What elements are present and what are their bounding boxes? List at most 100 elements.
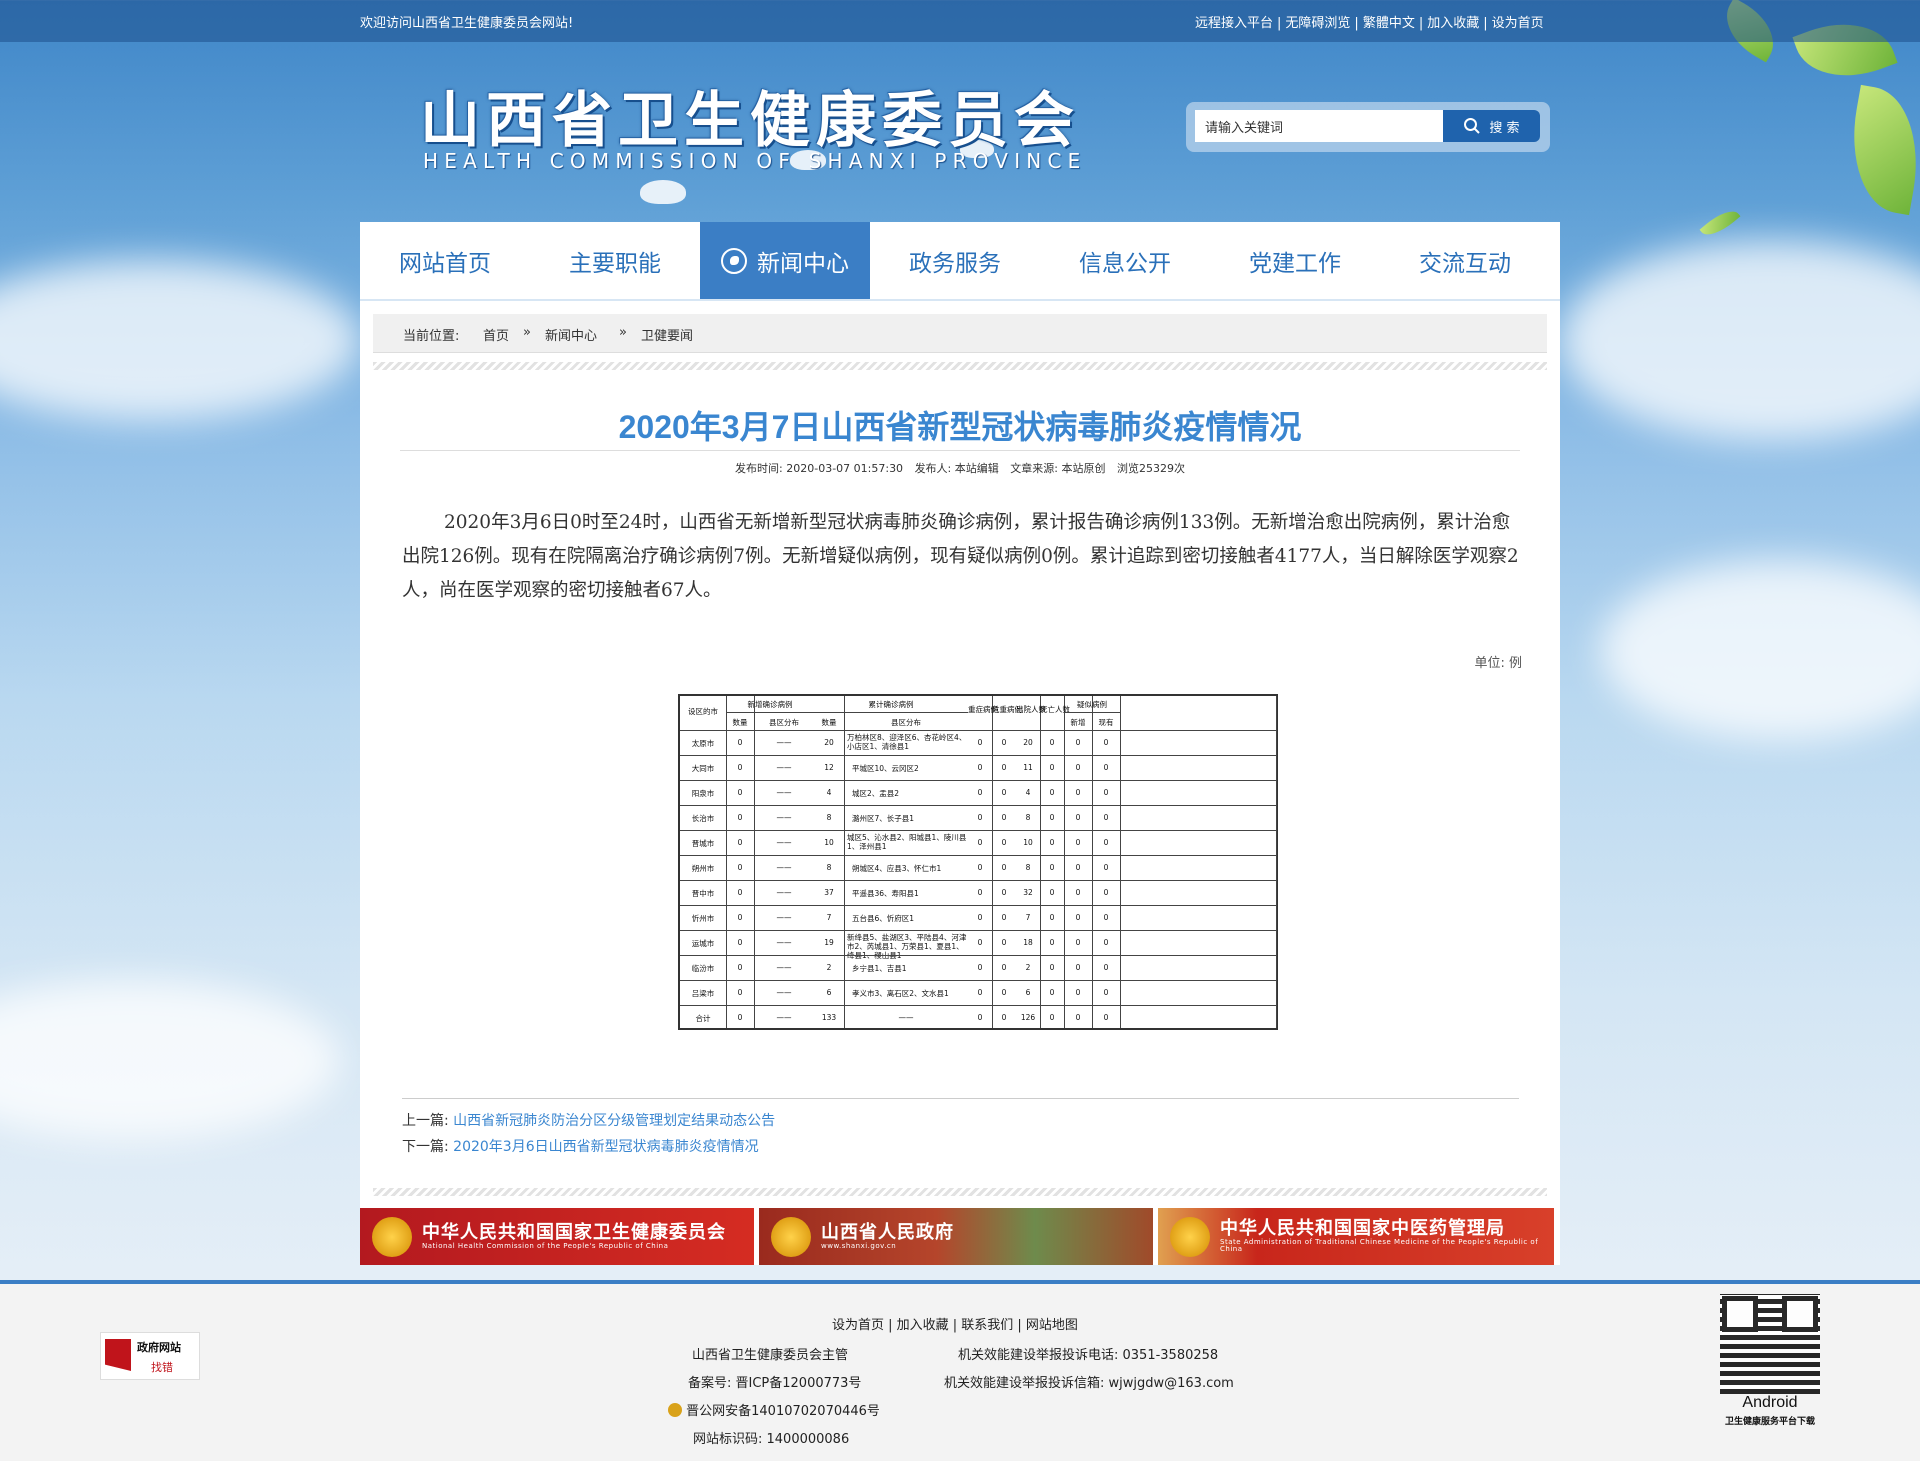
- search-input[interactable]: [1195, 110, 1449, 142]
- nav-item-news[interactable]: 新闻中心: [700, 222, 870, 299]
- table-cell: 0: [1103, 1013, 1109, 1022]
- cloud-decoration: [0, 980, 340, 1140]
- table-cell: 0: [1103, 863, 1109, 872]
- table-cell: ——: [776, 788, 792, 797]
- add-favorite-link[interactable]: 加入收藏: [1427, 16, 1479, 31]
- shanxi-gov-banner-link[interactable]: 山西省人民政府 www.shanxi.gov.cn: [759, 1208, 1153, 1265]
- table-gridline: [680, 805, 1276, 806]
- table-cell: 0: [737, 863, 743, 872]
- breadcrumb-current[interactable]: 卫健要闻: [641, 325, 693, 344]
- table-cell: 6: [826, 988, 832, 997]
- nav-item-label: 信息公开: [1079, 250, 1171, 277]
- table-cell: 8: [1025, 863, 1031, 872]
- article-meta: 发布时间: 2020-03-07 01:57:30 发布人: 本站编辑 文章来源…: [360, 460, 1560, 476]
- footer-site-code: 网站标识码: 1400000086: [693, 1432, 850, 1447]
- table-cell: 0: [1075, 838, 1081, 847]
- table-cell: 20: [1023, 738, 1033, 747]
- table-cell: 0: [1001, 988, 1007, 997]
- table-cell: 吕梁市: [691, 989, 715, 998]
- nav-item-home[interactable]: 网站首页: [360, 222, 530, 299]
- table-cell: 0: [977, 963, 983, 972]
- nhc-banner-link[interactable]: 中华人民共和国国家卫生健康委员会 National Health Commissi…: [360, 1208, 754, 1265]
- table-cell: ——: [776, 888, 792, 897]
- table-cell: 0: [1103, 763, 1109, 772]
- traditional-chinese-link[interactable]: 繁體中文: [1363, 16, 1415, 31]
- table-cell: 133: [821, 1013, 837, 1022]
- table-cell: 0: [1103, 788, 1109, 797]
- table-cell: 0: [977, 838, 983, 847]
- accessibility-link[interactable]: 无障碍浏览: [1285, 16, 1350, 31]
- article-body: 2020年3月6日0时至24时，山西省无新增新型冠状病毒肺炎确诊病例，累计报告确…: [402, 512, 1519, 601]
- table-gridline: [680, 980, 1276, 981]
- table-header: 县区分布: [769, 718, 799, 727]
- next-article-link[interactable]: 2020年3月6日山西省新型冠状病毒肺炎疫情情况: [453, 1139, 758, 1155]
- welcome-text: 欢迎访问山西省卫生健康委员会网站!: [360, 16, 574, 31]
- breadcrumb-home[interactable]: 首页: [483, 325, 509, 344]
- next-label: 下一篇:: [402, 1139, 449, 1155]
- article-title: 2020年3月7日山西省新型冠状病毒肺炎疫情情况: [618, 409, 1302, 445]
- table-cell: 20: [824, 738, 834, 747]
- tcm-banner-link[interactable]: 中华人民共和国国家中医药管理局 State Administration of T…: [1158, 1208, 1554, 1265]
- table-cell: 运城市: [691, 939, 715, 948]
- nav-item-party[interactable]: 党建工作: [1210, 222, 1380, 299]
- table-cell: 0: [737, 1013, 743, 1022]
- nav-item-interaction[interactable]: 交流互动: [1380, 222, 1550, 299]
- table-cell: 0: [1103, 838, 1109, 847]
- table-cell: 晋中市: [691, 889, 715, 898]
- set-homepage-link[interactable]: 设为首页: [1492, 16, 1544, 31]
- nav-item-disclosure[interactable]: 信息公开: [1040, 222, 1210, 299]
- cloud-decoration: [1600, 560, 1920, 740]
- nav-item-functions[interactable]: 主要职能: [530, 222, 700, 299]
- table-cell: 4: [826, 788, 832, 797]
- prev-next-links: 上一篇: 山西省新冠肺炎防治分区分级管理划定结果动态公告 下一篇: 2020年3…: [402, 1098, 1519, 1155]
- breadcrumb-news[interactable]: 新闻中心: [545, 325, 597, 344]
- remote-platform-link[interactable]: 远程接入平台: [1195, 16, 1273, 31]
- table-cell: ——: [776, 838, 792, 847]
- search-button[interactable]: 搜 索: [1443, 110, 1540, 142]
- table-gridline: [680, 855, 1276, 856]
- table-cell: 32: [1023, 888, 1033, 897]
- top-links: 远程接入平台 | 无障碍浏览 | 繁體中文 | 加入收藏 | 设为首页: [1195, 16, 1544, 31]
- table-cell: 0: [737, 788, 743, 797]
- footer-icp[interactable]: 备案号: 晋ICP备12000773号: [688, 1372, 861, 1391]
- table-header: 现有: [1098, 718, 1114, 727]
- table-cell: 0: [1049, 738, 1055, 747]
- table-cell: 0: [1075, 938, 1081, 947]
- table-cell: ——: [776, 1013, 792, 1022]
- table-cell: ——: [776, 863, 792, 872]
- table-cell: 0: [1001, 963, 1007, 972]
- banner-title: 中华人民共和国国家卫生健康委员会: [422, 1221, 726, 1243]
- table-gridline: [680, 755, 1276, 756]
- table-cell: 0: [1001, 938, 1007, 947]
- unit-label: 单位: 例: [1474, 656, 1522, 671]
- table-cell: 0: [1049, 938, 1055, 947]
- search-icon: [1464, 118, 1481, 134]
- footer-police-text: 晋公网安备14010702070446号: [686, 1404, 880, 1419]
- nav-item-services[interactable]: 政务服务: [870, 222, 1040, 299]
- footer-police[interactable]: 晋公网安备14010702070446号: [668, 1400, 880, 1419]
- table-header: 疑似病例: [1077, 700, 1107, 709]
- table-cell: 0: [1001, 738, 1007, 747]
- table-cell: ——: [776, 913, 792, 922]
- table-cell: 0: [1049, 913, 1055, 922]
- table-cell: 城区2、盂县2: [852, 789, 900, 798]
- table-cell: 0: [737, 763, 743, 772]
- table-cell: 10: [1023, 838, 1033, 847]
- table-cell: ——: [776, 988, 792, 997]
- nav-item-label: 政务服务: [909, 250, 1001, 277]
- gov-site-error-badge[interactable]: 政府网站 找错: [100, 1332, 200, 1380]
- table-cell: 太原市: [691, 739, 715, 748]
- banner-title: 山西省人民政府: [821, 1221, 954, 1243]
- prev-article-link[interactable]: 山西省新冠肺炎防治分区分级管理划定结果动态公告: [453, 1113, 775, 1129]
- table-cell: 0: [1001, 763, 1007, 772]
- qr-code: [1720, 1294, 1820, 1394]
- table-cell: 朔城区4、应县3、怀仁市1: [852, 864, 942, 873]
- table-cell: 0: [737, 888, 743, 897]
- table-header: 数量: [732, 718, 748, 727]
- table-cell: 0: [1001, 913, 1007, 922]
- table-cell: 0: [1001, 1013, 1007, 1022]
- banner-subtitle: National Health Commission of the People…: [422, 1241, 669, 1250]
- footer-links[interactable]: 设为首页 | 加入收藏 | 联系我们 | 网站地图: [832, 1314, 1078, 1333]
- site-logo-title[interactable]: 山西省卫生健康委员会: [420, 72, 1080, 159]
- table-gridline: [1276, 696, 1277, 1028]
